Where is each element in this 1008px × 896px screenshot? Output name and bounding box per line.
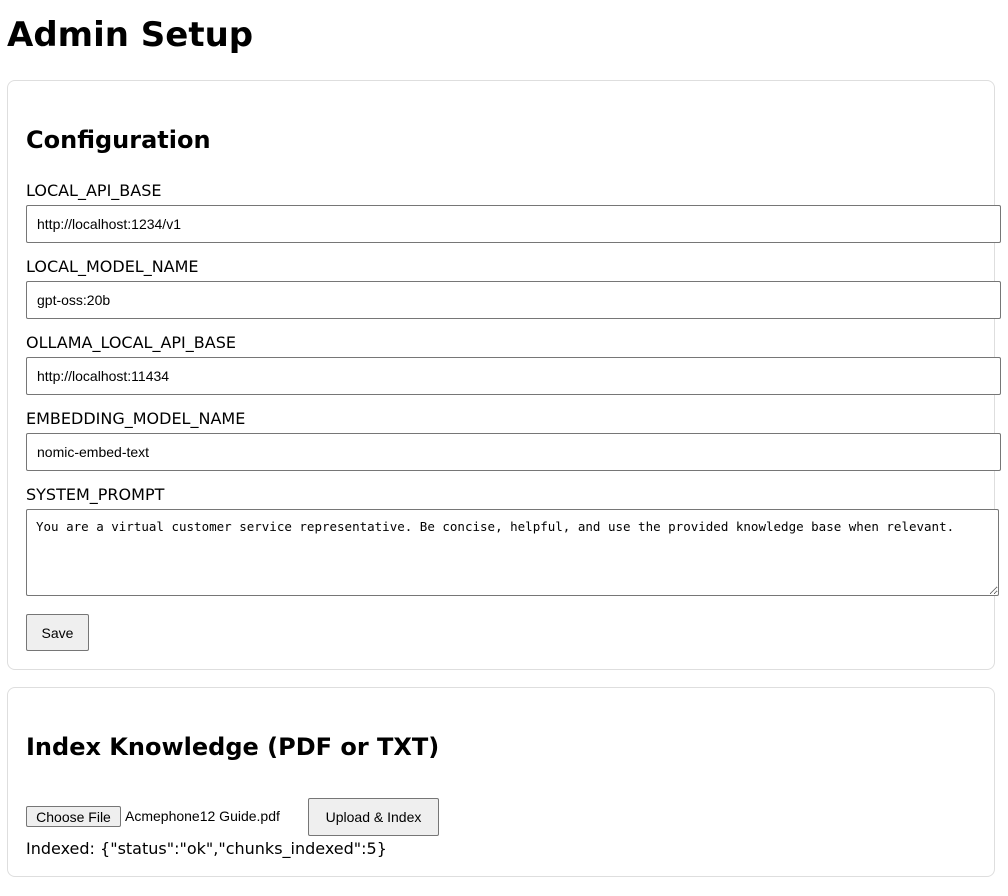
ollama-local-api-base-label: OLLAMA_LOCAL_API_BASE — [26, 333, 236, 352]
index-knowledge-title: Index Knowledge (PDF or TXT) — [26, 733, 440, 761]
embedding-model-name-input[interactable] — [26, 433, 1001, 471]
embedding-model-name-label: EMBEDDING_MODEL_NAME — [26, 409, 246, 428]
page-title: Admin Setup — [7, 15, 254, 55]
index-status-text: Indexed: {"status":"ok","chunks_indexed"… — [26, 839, 387, 858]
upload-index-button[interactable]: Upload & Index — [308, 798, 439, 836]
admin-setup-page: Admin Setup Configuration LOCAL_API_BASE… — [0, 0, 1008, 896]
configuration-title: Configuration — [26, 126, 211, 154]
selected-file-name: Acmephone12 Guide.pdf — [125, 808, 280, 824]
index-knowledge-card: Index Knowledge (PDF or TXT) Choose File… — [7, 687, 995, 877]
local-model-name-label: LOCAL_MODEL_NAME — [26, 257, 199, 276]
local-model-name-input[interactable] — [26, 281, 1001, 319]
local-api-base-label: LOCAL_API_BASE — [26, 181, 162, 200]
save-button[interactable]: Save — [26, 614, 89, 651]
choose-file-button[interactable]: Choose File — [26, 806, 121, 827]
configuration-card: Configuration LOCAL_API_BASE LOCAL_MODEL… — [7, 80, 1001, 670]
system-prompt-textarea[interactable]: You are a virtual customer service repre… — [26, 509, 999, 596]
ollama-local-api-base-input[interactable] — [26, 357, 1001, 395]
local-api-base-input[interactable] — [26, 205, 1001, 243]
system-prompt-label: SYSTEM_PROMPT — [26, 485, 165, 504]
